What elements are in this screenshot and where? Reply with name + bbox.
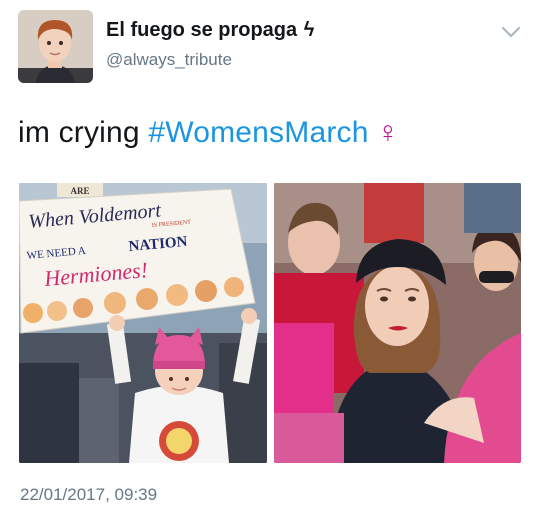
display-name-text[interactable]: El fuego se propaga: [106, 19, 297, 41]
photo-girl-with-sign[interactable]: ARE When Voldemort IS PRESIDENT WE NEED …: [19, 183, 267, 463]
sign-top-text: ARE: [70, 186, 89, 196]
avatar[interactable]: [18, 10, 93, 83]
display-name[interactable]: El fuego se propaga ϟ: [106, 19, 314, 42]
tweet-timestamp[interactable]: 22/01/2017, 09:39: [20, 485, 157, 505]
lightning-bolt-glyph: ϟ: [303, 19, 315, 41]
tweet-text-prefix: im crying: [18, 116, 149, 149]
photo-woman-in-crowd[interactable]: [274, 183, 521, 463]
female-sign-icon: ♀: [376, 116, 400, 149]
hashtag-link[interactable]: #WomensMarch: [148, 116, 368, 149]
chevron-down-icon[interactable]: [500, 24, 522, 40]
user-handle[interactable]: @always_tribute: [106, 50, 232, 70]
tweet-text: im crying #WomensMarch ♀: [18, 116, 399, 150]
